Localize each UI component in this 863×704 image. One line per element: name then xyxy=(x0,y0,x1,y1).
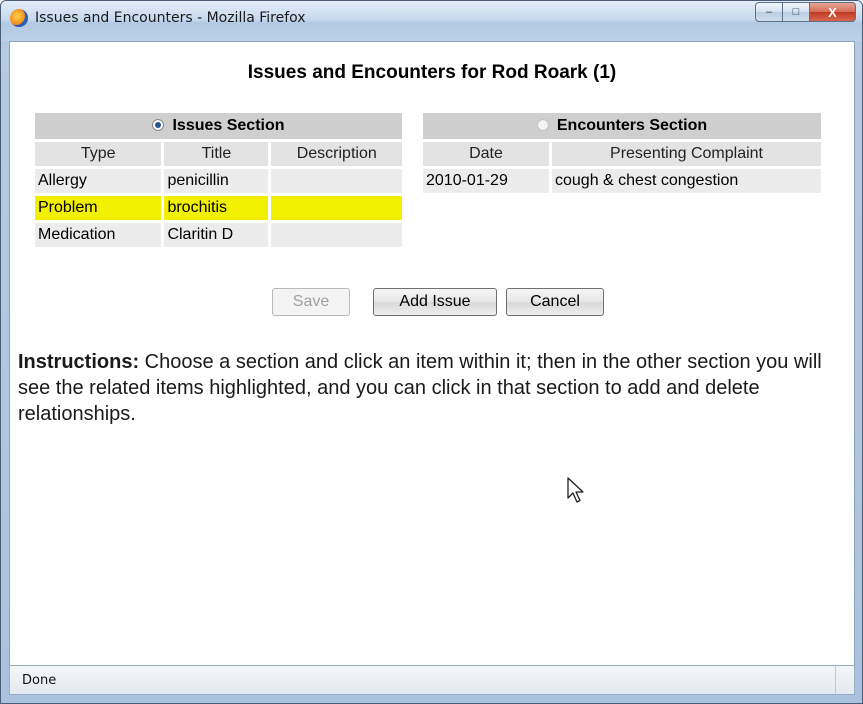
issue-row[interactable]: Allergy penicillin xyxy=(35,169,402,193)
window-title: Issues and Encounters - Mozilla Firefox xyxy=(35,10,306,26)
issues-table: Issues Section Type Title Description Al… xyxy=(32,110,405,250)
issues-section-label: Issues Section xyxy=(172,117,285,134)
issue-type[interactable]: Problem xyxy=(35,196,162,220)
window-controls: – □ X xyxy=(755,2,856,24)
issue-row-highlighted[interactable]: Problem brochitis xyxy=(35,196,402,220)
button-bar: Save Add Issue Cancel xyxy=(10,288,854,316)
mouse-pointer-icon xyxy=(567,477,584,503)
status-text: Done xyxy=(22,673,57,688)
minimize-icon: – xyxy=(765,6,773,18)
encounters-section-header[interactable]: Encounters Section xyxy=(423,113,821,139)
issue-description[interactable] xyxy=(271,196,402,220)
title-bar[interactable]: Issues and Encounters - Mozilla Firefox … xyxy=(1,1,862,41)
column-header-title: Title xyxy=(164,142,269,166)
column-header-presenting-complaint: Presenting Complaint xyxy=(552,142,821,166)
close-icon: X xyxy=(828,4,837,20)
add-issue-button[interactable]: Add Issue xyxy=(373,288,497,316)
minimize-button[interactable]: – xyxy=(755,2,783,22)
instructions-label: Instructions: xyxy=(18,351,140,373)
browser-window: Issues and Encounters - Mozilla Firefox … xyxy=(0,0,863,704)
encounters-section-label: Encounters Section xyxy=(556,117,708,134)
issue-title[interactable]: penicillin xyxy=(164,169,269,193)
encounters-table: Encounters Section Date Presenting Compl… xyxy=(420,110,824,196)
encounter-date[interactable]: 2010-01-29 xyxy=(423,169,549,193)
column-header-description: Description xyxy=(271,142,402,166)
instructions-paragraph: Instructions: Choose a section and click… xyxy=(18,349,838,427)
issue-row[interactable]: Medication Claritin D xyxy=(35,223,402,247)
cancel-button[interactable]: Cancel xyxy=(506,288,604,316)
maximize-icon: □ xyxy=(792,6,800,18)
encounter-row[interactable]: 2010-01-29 cough & chest congestion xyxy=(423,169,821,193)
encounter-complaint[interactable]: cough & chest congestion xyxy=(552,169,821,193)
resize-grip-icon[interactable] xyxy=(835,666,854,694)
close-button[interactable]: X xyxy=(810,2,856,22)
issues-radio[interactable] xyxy=(152,119,165,131)
encounters-radio[interactable] xyxy=(536,119,549,131)
issue-description[interactable] xyxy=(271,169,402,193)
issue-type[interactable]: Allergy xyxy=(35,169,162,193)
save-button[interactable]: Save xyxy=(272,288,350,316)
page-title: Issues and Encounters for Rod Roark (1) xyxy=(247,62,617,83)
issues-section-header[interactable]: Issues Section xyxy=(35,113,402,139)
status-bar: Done xyxy=(9,665,855,695)
issue-description[interactable] xyxy=(271,223,402,247)
firefox-icon xyxy=(10,9,28,27)
page-content: Issues and Encounters for Rod Roark (1) … xyxy=(9,41,855,667)
instructions-text: Choose a section and click an item withi… xyxy=(18,351,822,425)
column-header-type: Type xyxy=(35,142,162,166)
issue-title[interactable]: Claritin D xyxy=(164,223,269,247)
maximize-button[interactable]: □ xyxy=(783,2,810,22)
column-header-date: Date xyxy=(423,142,549,166)
issue-title[interactable]: brochitis xyxy=(164,196,269,220)
issue-type[interactable]: Medication xyxy=(35,223,162,247)
